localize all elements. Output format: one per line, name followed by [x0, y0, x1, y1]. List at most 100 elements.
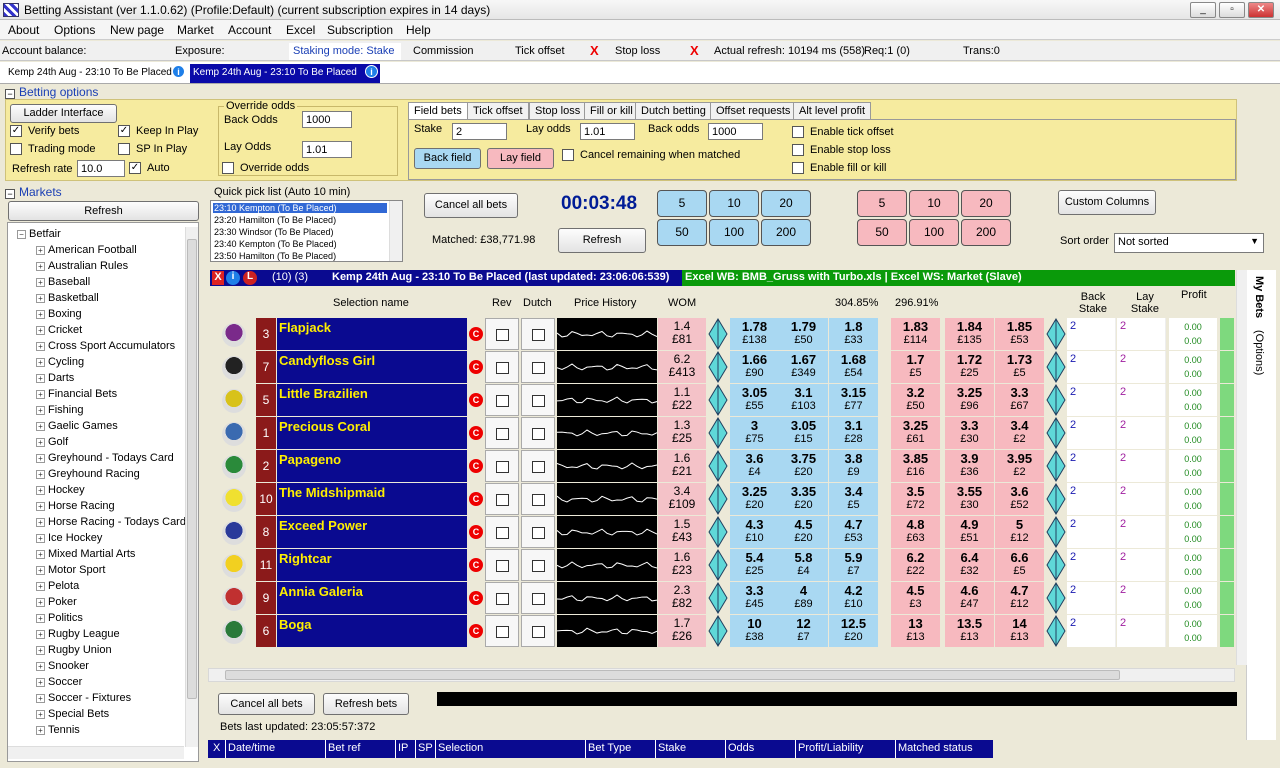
expand-icon[interactable]: +: [36, 310, 45, 319]
lay-price-cell[interactable]: 3.25 £61: [891, 417, 940, 449]
dutch-cell[interactable]: [521, 351, 555, 383]
tree-item[interactable]: + Boxing: [36, 308, 82, 320]
info-icon[interactable]: i: [365, 65, 378, 78]
back-stake-button[interactable]: 50: [657, 219, 707, 246]
bets-col-header[interactable]: X: [213, 742, 220, 754]
lay-arrow-icon[interactable]: [1046, 351, 1066, 383]
expand-icon[interactable]: +: [36, 422, 45, 431]
auto-checkbox[interactable]: ✓: [129, 162, 141, 174]
back-price-cell[interactable]: 3.05 £55: [730, 384, 779, 416]
expand-icon[interactable]: +: [36, 694, 45, 703]
tree-item[interactable]: + Tennis: [36, 724, 80, 736]
tab-fill-or-kill[interactable]: Fill or kill: [584, 102, 639, 120]
lay-arrow-icon[interactable]: [1046, 483, 1066, 515]
minimize-button[interactable]: _: [1190, 2, 1216, 18]
expand-icon[interactable]: +: [36, 518, 45, 527]
back-price-cell[interactable]: 5.4 £25: [730, 549, 779, 581]
lay-arrow-icon[interactable]: [1046, 516, 1066, 548]
expand-icon[interactable]: +: [36, 454, 45, 463]
enable-stop-loss-checkbox[interactable]: [792, 144, 804, 156]
cancel-remaining-checkbox[interactable]: [562, 149, 574, 161]
tree-item[interactable]: + Special Bets: [36, 708, 109, 720]
lay-price-cell[interactable]: 1.84 £135: [945, 318, 994, 350]
lay-stake-button[interactable]: 50: [857, 219, 907, 246]
bets-col-header[interactable]: SP: [418, 742, 433, 754]
refresh-rate-input[interactable]: 10.0: [77, 160, 125, 177]
back-price-cell[interactable]: 1.8 £33: [829, 318, 878, 350]
back-stake-cell[interactable]: 2: [1067, 549, 1116, 581]
back-price-cell[interactable]: 1.79 £50: [779, 318, 828, 350]
runner-name[interactable]: Annia Galeria: [277, 582, 467, 614]
collapse-icon[interactable]: −: [5, 89, 15, 99]
expand-icon[interactable]: +: [36, 406, 45, 415]
expand-icon[interactable]: +: [36, 486, 45, 495]
lay-field-button[interactable]: Lay field: [487, 148, 554, 169]
tab-alt-level-profit[interactable]: Alt level profit: [793, 102, 872, 120]
lay-price-cell[interactable]: 3.85 £16: [891, 450, 940, 482]
lay-price-cell[interactable]: 13 £13: [891, 615, 940, 647]
cancel-all-bets-button[interactable]: Cancel all bets: [424, 193, 518, 218]
cancel-bets-icon[interactable]: C: [469, 360, 483, 374]
back-price-cell[interactable]: 4.2 £10: [829, 582, 878, 614]
lay-arrow-icon[interactable]: [1046, 549, 1066, 581]
expand-icon[interactable]: +: [36, 374, 45, 383]
keep-in-play-checkbox[interactable]: ✓: [118, 125, 130, 137]
tree-root[interactable]: − Betfair: [17, 228, 61, 240]
rev-checkbox[interactable]: [496, 494, 509, 506]
expand-icon[interactable]: +: [36, 470, 45, 479]
dutch-checkbox[interactable]: [532, 560, 545, 572]
sort-order-select[interactable]: Not sorted ▼: [1114, 233, 1264, 253]
expand-icon[interactable]: +: [36, 246, 45, 255]
back-price-cell[interactable]: 3.05 £15: [779, 417, 828, 449]
back-price-cell[interactable]: 5.9 £7: [829, 549, 878, 581]
lay-stake-button[interactable]: 200: [961, 219, 1011, 246]
col-lay-stake[interactable]: Lay Stake: [1130, 291, 1160, 315]
menu-options[interactable]: Options: [54, 23, 95, 37]
scroll-thumb[interactable]: [187, 239, 197, 699]
expand-icon[interactable]: +: [36, 390, 45, 399]
quick-pick-list[interactable]: 23:10 Kempton (To Be Placed) 23:20 Hamilt…: [210, 200, 403, 262]
lay-price-cell[interactable]: 3.3 £67: [995, 384, 1044, 416]
menu-subscription[interactable]: Subscription: [327, 23, 393, 37]
bets-col-header[interactable]: Date/time: [228, 742, 275, 754]
cancel-bets-icon[interactable]: C: [469, 459, 483, 473]
bets-col-header[interactable]: Bet ref: [328, 742, 360, 754]
col-selection-name[interactable]: Selection name: [333, 297, 409, 309]
lay-price-cell[interactable]: 1.73 £5: [995, 351, 1044, 383]
back-arrow-icon[interactable]: [708, 615, 728, 647]
back-arrow-icon[interactable]: [708, 351, 728, 383]
ladder-interface-button[interactable]: Ladder Interface: [10, 104, 117, 123]
lay-price-cell[interactable]: 3.6 £52: [995, 483, 1044, 515]
tree-item[interactable]: + Hockey: [36, 484, 85, 496]
back-stake-button[interactable]: 5: [657, 190, 707, 217]
rev-cell[interactable]: [485, 483, 519, 515]
back-odds-input[interactable]: 1000: [302, 111, 352, 128]
close-market-icon[interactable]: X: [212, 271, 224, 285]
quick-pick-item[interactable]: 23:30 Windsor (To Be Placed): [213, 227, 387, 237]
info-icon[interactable]: i: [172, 65, 185, 78]
bets-col-header[interactable]: Odds: [728, 742, 754, 754]
back-price-cell[interactable]: 3.15 £77: [829, 384, 878, 416]
runner-name[interactable]: Boga: [277, 615, 467, 647]
runner-name[interactable]: Precious Coral: [277, 417, 467, 449]
lay-price-cell[interactable]: 4.9 £51: [945, 516, 994, 548]
markets-hscrollbar[interactable]: [8, 746, 184, 759]
lay-price-cell[interactable]: 3.9 £36: [945, 450, 994, 482]
back-price-cell[interactable]: 3.75 £20: [779, 450, 828, 482]
dutch-checkbox[interactable]: [532, 527, 545, 539]
quick-pick-item[interactable]: 23:50 Hamilton (To Be Placed): [213, 251, 387, 261]
lay-price-cell[interactable]: 6.4 £32: [945, 549, 994, 581]
back-stake-cell[interactable]: 2: [1067, 417, 1116, 449]
tree-item[interactable]: + Horse Racing - Todays Card: [36, 516, 186, 528]
back-price-cell[interactable]: 4.7 £53: [829, 516, 878, 548]
rev-checkbox[interactable]: [496, 461, 509, 473]
grid-hscrollbar[interactable]: [208, 668, 1235, 682]
cancel-bets-icon[interactable]: C: [469, 558, 483, 572]
info-icon[interactable]: i: [226, 271, 240, 285]
market-tab-active[interactable]: Kemp 24th Aug - 23:10 To Be Placed: [190, 64, 380, 83]
rev-checkbox[interactable]: [496, 329, 509, 341]
refresh-bets-button[interactable]: Refresh bets: [323, 693, 409, 715]
back-stake-cell[interactable]: 2: [1067, 318, 1116, 350]
lay-price-cell[interactable]: 4.5 £3: [891, 582, 940, 614]
lay-price-cell[interactable]: 1.72 £25: [945, 351, 994, 383]
